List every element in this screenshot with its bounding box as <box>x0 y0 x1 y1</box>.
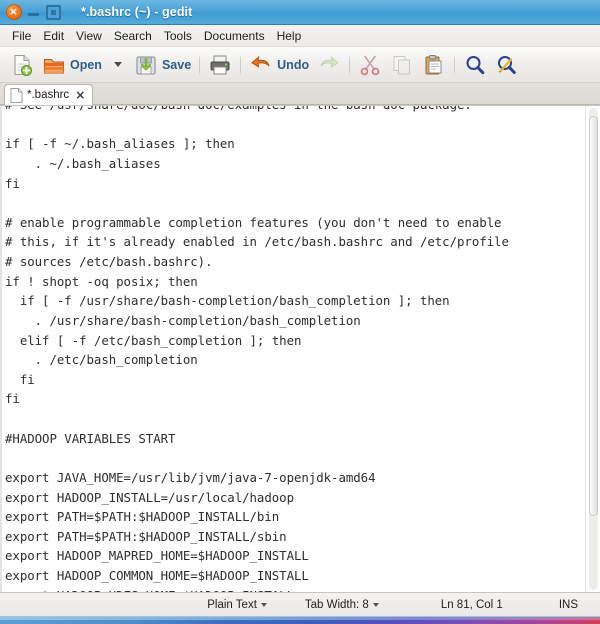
cut-button[interactable] <box>354 50 386 80</box>
folder-open-icon <box>43 58 65 74</box>
undo-icon <box>251 55 270 68</box>
printer-icon <box>210 55 230 74</box>
window-title: *.bashrc (~) - gedit <box>81 5 193 19</box>
menu-item-file[interactable]: File <box>6 27 37 45</box>
print-button[interactable] <box>204 50 236 80</box>
undo-button[interactable]: Undo <box>245 50 313 80</box>
copy-button[interactable] <box>386 50 418 80</box>
left-gutter <box>0 106 2 592</box>
replace-button[interactable] <box>491 50 523 80</box>
redo-icon <box>320 55 339 68</box>
menu-item-view[interactable]: View <box>70 27 108 45</box>
chevron-down-icon <box>260 602 267 607</box>
search-icon <box>466 55 485 74</box>
tab-bar: *.bashrc × <box>0 83 600 105</box>
menu-item-search[interactable]: Search <box>108 27 158 45</box>
scissors-icon <box>360 55 380 75</box>
tab-width-label: Tab Width: 8 <box>304 598 369 611</box>
status-bar: Plain Text Tab Width: 8 Ln 81, Col 1 INS <box>0 592 600 616</box>
menu-item-documents[interactable]: Documents <box>198 27 271 45</box>
menu-bar: File Edit View Search Tools Documents He… <box>0 25 600 47</box>
copy-icon <box>393 55 411 74</box>
tab-label: *.bashrc <box>27 89 70 101</box>
tab-bashrc[interactable]: *.bashrc × <box>4 84 94 105</box>
open-label: Open <box>70 57 102 72</box>
new-document-button[interactable] <box>6 50 38 80</box>
cursor-position-label: Ln 81, Col 1 <box>440 598 503 611</box>
toolbar-separator <box>240 53 242 76</box>
tab-close-icon[interactable]: × <box>75 89 85 101</box>
editor-content[interactable]: # See /usr/share/doc/bash-doc/examples i… <box>5 106 582 592</box>
gedit-window: × *.bashrc (~) - gedit File Edit View Se… <box>0 0 600 624</box>
save-button[interactable]: Save <box>130 50 195 80</box>
insert-mode[interactable]: INS <box>559 599 578 611</box>
save-label: Save <box>161 57 192 72</box>
menu-item-help[interactable]: Help <box>271 27 308 45</box>
open-button[interactable]: Open <box>38 50 106 80</box>
toolbar-separator <box>199 53 201 76</box>
scrollbar-thumb[interactable] <box>589 116 598 516</box>
desktop-background-strip <box>0 616 600 624</box>
title-bar: × *.bashrc (~) - gedit <box>0 0 600 25</box>
chevron-down-icon <box>113 62 122 67</box>
maximize-button[interactable] <box>45 4 62 21</box>
minimize-button[interactable] <box>25 4 42 21</box>
minimize-icon <box>27 5 41 19</box>
close-icon: × <box>5 4 22 20</box>
vertical-scrollbar[interactable] <box>585 106 600 592</box>
open-dropdown-button[interactable] <box>106 50 130 80</box>
redo-button[interactable] <box>313 50 345 80</box>
document-icon <box>10 87 23 103</box>
insert-mode-label: INS <box>558 598 578 611</box>
paste-button[interactable] <box>418 50 450 80</box>
save-icon <box>136 55 156 75</box>
maximize-icon <box>46 4 61 20</box>
toolbar: Open Save Undo <box>0 47 600 83</box>
undo-label: Undo <box>277 57 310 72</box>
text-editor-view[interactable]: # See /usr/share/doc/bash-doc/examples i… <box>0 105 600 592</box>
close-button[interactable]: × <box>5 4 22 21</box>
paste-icon <box>425 54 442 74</box>
tab-width-selector[interactable]: Tab Width: 8 <box>305 599 379 611</box>
new-document-icon <box>14 54 32 76</box>
find-button[interactable] <box>459 50 491 80</box>
language-selector[interactable]: Plain Text <box>207 599 267 611</box>
menu-item-tools[interactable]: Tools <box>158 27 198 45</box>
menu-item-edit[interactable]: Edit <box>37 27 70 45</box>
chevron-down-icon <box>372 602 379 607</box>
toolbar-separator <box>349 53 351 76</box>
cursor-position: Ln 81, Col 1 <box>441 599 503 611</box>
find-replace-icon <box>498 55 516 74</box>
toolbar-separator <box>454 53 456 76</box>
language-label: Plain Text <box>207 598 257 611</box>
